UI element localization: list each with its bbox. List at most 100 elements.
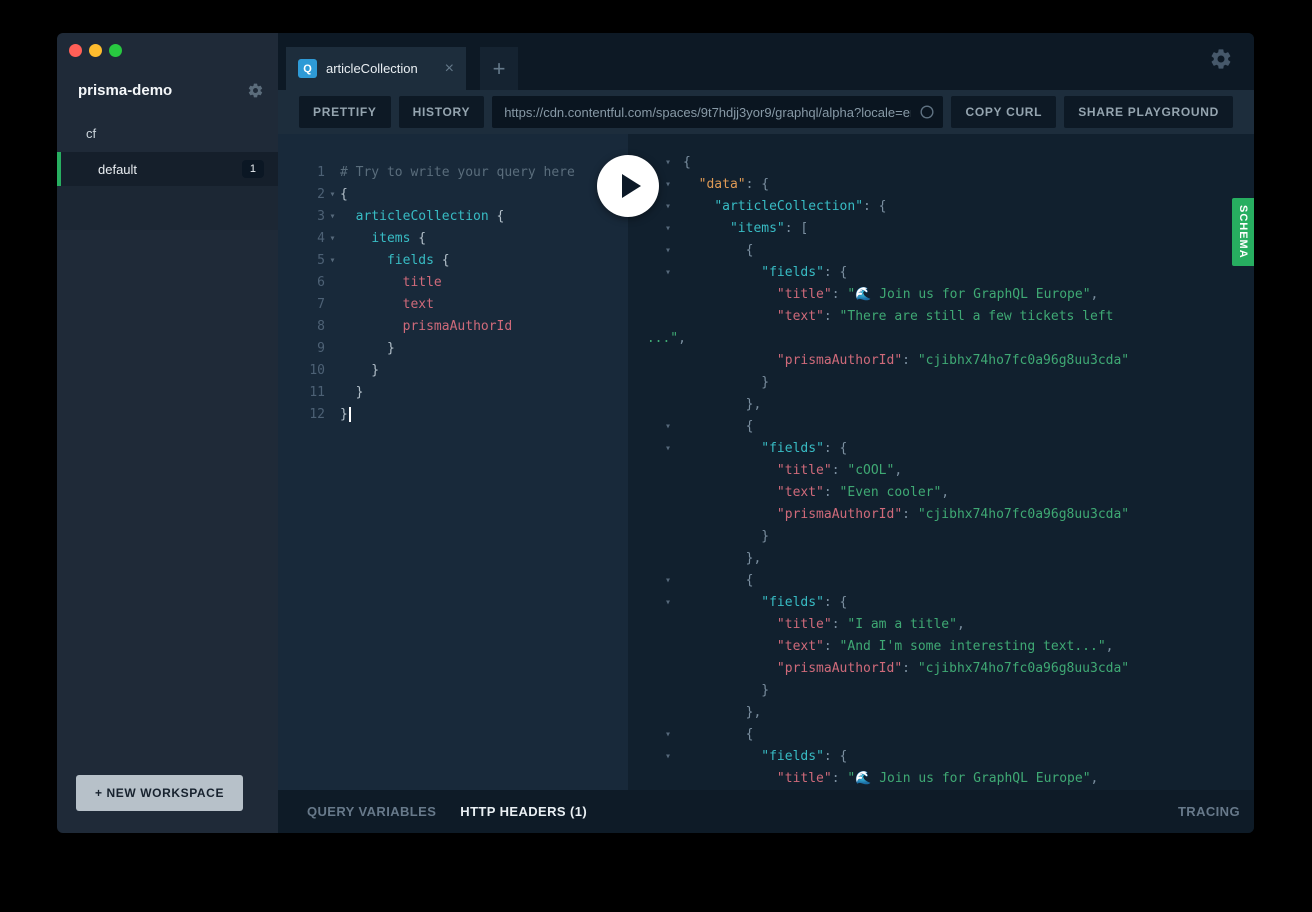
fold-arrow-icon[interactable]: ▾ [628, 746, 683, 768]
fold-arrow-icon [325, 162, 340, 184]
prettify-button[interactable]: PRETTIFY [299, 96, 391, 128]
sidebar-item-default[interactable]: default 1 [57, 152, 278, 186]
fold-arrow-icon[interactable]: ▾ [628, 262, 683, 284]
fold-arrow-icon [628, 636, 683, 658]
fold-arrow-icon[interactable]: ▾ [325, 250, 340, 272]
fold-arrow-icon [628, 284, 683, 306]
code-text: { [683, 155, 691, 170]
query-variables-tab[interactable]: QUERY VARIABLES [307, 804, 436, 819]
query-code-line[interactable]: 6 title [278, 272, 628, 294]
code-text: fields { [386, 253, 450, 268]
result-code-line: "title": "🌊 Join us for GraphQL Europe", [628, 768, 1254, 790]
query-editor[interactable]: 1 # Try to write your query here 2 ▾{3 ▾ art… [278, 134, 628, 790]
history-button[interactable]: HISTORY [398, 96, 485, 128]
query-code-line[interactable]: 4 ▾ items { [278, 228, 628, 250]
fold-arrow-icon [325, 294, 340, 316]
code-text: "prismaAuthorId": "cjibhx74ho7fc0a96g8uu… [776, 507, 1130, 522]
endpoint-input[interactable] [504, 104, 932, 120]
query-code-line[interactable]: 10 } [278, 360, 628, 382]
tracing-tab[interactable]: TRACING [1178, 804, 1240, 819]
query-code-line[interactable]: 1 # Try to write your query here [278, 162, 628, 184]
code-text: "articleCollection": { [714, 199, 887, 214]
close-tab-icon[interactable]: × [445, 60, 454, 78]
app-window: prisma-demo cf default 1 + NEW WORKSPACE… [57, 33, 1254, 833]
query-code-line[interactable]: 12} [278, 404, 628, 426]
session-label: default [98, 161, 138, 177]
settings-gear-icon[interactable] [1209, 47, 1233, 71]
code-text: { [683, 573, 754, 588]
code-text: "fields": { [761, 595, 848, 610]
tab-bar: Q articleCollection × + [278, 33, 1254, 90]
fold-arrow-icon [628, 680, 683, 702]
result-code-line: "title": "cOOL", [628, 460, 1254, 482]
code-text: "fields": { [761, 265, 848, 280]
schema-tab[interactable]: SCHEMA [1232, 198, 1254, 266]
result-code-line: "title": "I am a title", [628, 614, 1254, 636]
code-text: articleCollection { [355, 209, 505, 224]
query-code-line[interactable]: 11 } [278, 382, 628, 404]
code-text: } [340, 341, 395, 356]
result-code-line: } [628, 526, 1254, 548]
code-text: }, [683, 705, 762, 720]
fold-arrow-icon[interactable]: ▾ [628, 724, 683, 746]
code-text: "prismaAuthorId": "cjibhx74ho7fc0a96g8uu… [776, 661, 1130, 676]
window-controls [69, 44, 122, 57]
fold-arrow-icon[interactable]: ▾ [628, 592, 683, 614]
result-code-line: ▾ "items": [ [628, 218, 1254, 240]
code-text: prismaAuthorId [402, 319, 513, 334]
fold-arrow-icon[interactable]: ▾ [628, 416, 683, 438]
fold-arrow-icon[interactable]: ▾ [628, 240, 683, 262]
copy-curl-button[interactable]: COPY CURL [951, 96, 1057, 128]
close-window-button[interactable] [69, 44, 82, 57]
code-text: }, [683, 397, 762, 412]
code-text: "text": "Even cooler", [776, 485, 950, 500]
session-list: default 1 [57, 152, 278, 230]
result-code-line: ▾ { [628, 724, 1254, 746]
fold-arrow-icon[interactable]: ▾ [325, 184, 340, 206]
share-playground-button[interactable]: SHARE PLAYGROUND [1064, 96, 1233, 128]
query-code-line[interactable]: 5 ▾ fields { [278, 250, 628, 272]
fold-arrow-icon [628, 526, 683, 548]
http-headers-tab[interactable]: HTTP HEADERS (1) [460, 804, 587, 819]
result-code-line: "title": "🌊 Join us for GraphQL Europe", [628, 284, 1254, 306]
fold-arrow-icon [628, 482, 683, 504]
reload-icon[interactable] [918, 103, 936, 121]
fold-arrow-icon [628, 548, 683, 570]
sidebar: prisma-demo cf default 1 + NEW WORKSPACE [57, 33, 278, 833]
tab-article-collection[interactable]: Q articleCollection × [286, 47, 466, 90]
fold-arrow-icon[interactable]: ▾ [325, 228, 340, 250]
result-code-line: "text": "There are still a few tickets l… [628, 306, 1254, 328]
fold-arrow-icon [628, 614, 683, 636]
execute-query-button[interactable] [597, 155, 659, 217]
query-code-line[interactable]: 2 ▾{ [278, 184, 628, 206]
minimize-window-button[interactable] [89, 44, 102, 57]
result-code-line: "prismaAuthorId": "cjibhx74ho7fc0a96g8uu… [628, 350, 1254, 372]
result-code-line: }, [628, 702, 1254, 724]
code-text: } [340, 385, 364, 400]
code-text: "text": "There are still a few tickets l… [776, 309, 1114, 324]
fold-arrow-icon [325, 338, 340, 360]
new-tab-button[interactable]: + [480, 47, 518, 90]
result-code-line: ▾ { [628, 240, 1254, 262]
line-number: 6 [317, 275, 325, 290]
code-text: "prismaAuthorId": "cjibhx74ho7fc0a96g8uu… [776, 353, 1130, 368]
result-code-line: ▾ "data": { [628, 174, 1254, 196]
fold-arrow-icon [628, 504, 683, 526]
code-text: "title": "🌊 Join us for GraphQL Europe", [776, 287, 1099, 302]
new-workspace-button[interactable]: + NEW WORKSPACE [76, 775, 243, 811]
endpoint-input-wrap [492, 96, 944, 128]
line-number: 3 [317, 209, 325, 224]
fold-arrow-icon[interactable]: ▾ [628, 438, 683, 460]
query-code-line[interactable]: 3 ▾ articleCollection { [278, 206, 628, 228]
fold-arrow-icon [628, 768, 683, 790]
code-text: title [402, 275, 442, 290]
zoom-window-button[interactable] [109, 44, 122, 57]
fold-arrow-icon[interactable]: ▾ [628, 570, 683, 592]
fold-arrow-icon [628, 350, 683, 372]
workspace-settings-gear-icon[interactable] [247, 82, 264, 99]
fold-arrow-icon[interactable]: ▾ [628, 218, 683, 240]
query-code-line[interactable]: 7 text [278, 294, 628, 316]
fold-arrow-icon[interactable]: ▾ [325, 206, 340, 228]
query-code-line[interactable]: 8 prismaAuthorId [278, 316, 628, 338]
query-code-line[interactable]: 9 } [278, 338, 628, 360]
